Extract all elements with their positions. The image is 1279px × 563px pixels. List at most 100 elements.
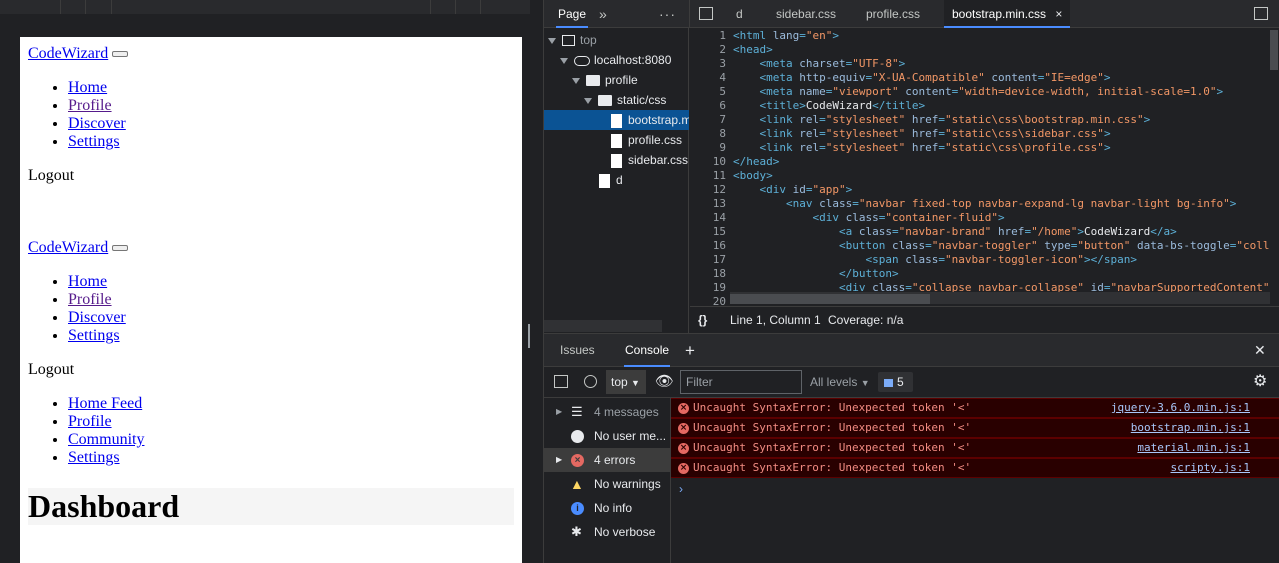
error-source-link[interactable]: jquery-3.6.0.min.js:1	[1111, 399, 1250, 417]
file-tab-d[interactable]: d	[736, 0, 743, 28]
sidebar-item-warnings[interactable]: ▲ No warnings	[544, 472, 671, 496]
line-number: 19	[712, 281, 726, 294]
nav-link-settings[interactable]: Settings	[68, 327, 120, 344]
console-sidebar: ▶ ☰ 4 messages No user me... ▶ × 4 error…	[544, 398, 671, 563]
tree-item-static-css-folder[interactable]: static/css	[584, 90, 666, 110]
tree-item-d[interactable]: d	[599, 170, 623, 190]
file-tab-bootstrap-min-css[interactable]: bootstrap.min.css ×	[944, 0, 1071, 28]
toggle-debugger-icon[interactable]	[1254, 7, 1268, 20]
file-tab-sidebar-css[interactable]: sidebar.css	[776, 0, 836, 28]
log-levels-dropdown[interactable]: All levels ▼	[810, 367, 870, 399]
context-selector[interactable]: top ▼	[606, 370, 646, 394]
navigator-scrollbar[interactable]	[544, 320, 662, 332]
logout-text[interactable]: Logout	[28, 361, 74, 379]
error-icon: ×	[678, 403, 689, 414]
tree-label: profile	[605, 73, 638, 87]
close-tab-icon[interactable]: ×	[1055, 7, 1062, 21]
sidebar-link-community[interactable]: Community	[68, 431, 144, 448]
clear-console-icon[interactable]	[584, 375, 597, 388]
browser-top-strip	[0, 0, 542, 14]
issues-badge[interactable]: 5	[878, 372, 913, 392]
sidebar-item-info[interactable]: i No info	[544, 496, 671, 520]
close-drawer-icon[interactable]: ✕	[1254, 334, 1266, 367]
show-sidebar-icon[interactable]	[554, 375, 568, 388]
line-number: 4	[719, 71, 726, 84]
brand-link[interactable]: CodeWizard	[28, 239, 108, 256]
panel-splitter[interactable]	[528, 0, 543, 563]
nav-link-home[interactable]: Home	[68, 273, 107, 290]
list-item: Home	[68, 79, 126, 97]
nav-link-profile[interactable]: Profile	[68, 291, 112, 308]
tree-item-top[interactable]: top	[548, 30, 597, 50]
code-line: <html lang="en">	[733, 29, 839, 42]
cloud-icon	[574, 55, 590, 66]
toggle-navigator-icon[interactable]	[699, 7, 713, 20]
file-tab-profile-css[interactable]: profile.css	[866, 0, 920, 28]
tree-item-host[interactable]: localhost:8080	[560, 50, 671, 70]
splitter-grip-icon[interactable]	[528, 324, 530, 348]
sidebar-item-verbose[interactable]: ✱ No verbose	[544, 520, 671, 544]
line-number: 20	[712, 295, 726, 306]
tree-item-sidebar-css[interactable]: sidebar.css	[611, 150, 688, 170]
console-error-row: × Uncaught SyntaxError: Unexpected token…	[671, 458, 1279, 478]
filter-input[interactable]: Filter	[680, 370, 802, 394]
file-tab-label: bootstrap.min.css	[952, 7, 1047, 21]
code-editor[interactable]: 1 2 3 4 5 6 7 8 9 10 11 12 13 14 15 16 17 18 19 20 <html la…	[690, 28, 1279, 306]
error-source-link[interactable]: material.min.js:1	[1137, 439, 1250, 457]
list-item: Settings	[68, 327, 126, 345]
tree-item-profile-folder[interactable]: profile	[572, 70, 638, 90]
code-line: <nav class="navbar fixed-top navbar-expa…	[785, 197, 1237, 210]
more-tabs-icon[interactable]: »	[599, 0, 607, 28]
tab-page[interactable]: Page	[556, 0, 589, 28]
code-line: <meta charset="UTF-8">	[759, 57, 906, 70]
pretty-print-icon[interactable]: {}	[698, 307, 707, 333]
navbar-toggler-button[interactable]	[112, 51, 129, 58]
nav-link-profile[interactable]: Profile	[68, 97, 112, 114]
list-item: Discover	[68, 115, 126, 133]
sources-tabstrip: Page » ··· d sidebar.css profile.css boo…	[544, 0, 1279, 28]
folder-icon	[586, 75, 600, 87]
sidebar-item-user-messages[interactable]: No user me...	[544, 424, 671, 448]
tab-console[interactable]: Console	[624, 334, 671, 367]
gear-icon[interactable]: ⚙	[1253, 374, 1267, 390]
list-icon: ☰	[571, 404, 583, 419]
code-line: <div id="app">	[759, 183, 853, 196]
sidebar-item-messages[interactable]: ▶ ☰ 4 messages	[544, 400, 671, 424]
error-icon: ×	[678, 443, 689, 454]
console-prompt[interactable]: ›	[679, 482, 683, 496]
sidebar-link-settings[interactable]: Settings	[68, 449, 120, 466]
nav-link-home[interactable]: Home	[68, 79, 107, 96]
nav-link-discover[interactable]: Discover	[68, 309, 126, 326]
brand-link[interactable]: CodeWizard	[28, 45, 108, 62]
file-icon	[611, 133, 622, 148]
line-number: 1	[719, 29, 726, 42]
sidebar-link-list: Home Feed Profile Community Settings	[68, 395, 144, 467]
nav-link-settings[interactable]: Settings	[68, 133, 120, 150]
sidebar-link-home-feed[interactable]: Home Feed	[68, 395, 142, 412]
line-number: 12	[712, 183, 726, 196]
error-text: Uncaught SyntaxError: Unexpected token '…	[693, 421, 972, 434]
editor-hscroll-thumb[interactable]	[730, 294, 930, 304]
console-error-row: × Uncaught SyntaxError: Unexpected token…	[671, 418, 1279, 438]
tree-label: d	[616, 173, 623, 187]
eye-icon[interactable]: 👁	[655, 374, 674, 389]
list-item: Settings	[68, 133, 126, 151]
more-menu-icon[interactable]: ···	[659, 0, 676, 28]
tab-issues[interactable]: Issues	[560, 334, 595, 367]
tree-item-bootstrap-css[interactable]: bootstrap.min.css	[611, 110, 689, 130]
error-source-link[interactable]: bootstrap.min.js:1	[1131, 419, 1250, 437]
coverage-status[interactable]: Coverage: n/a	[828, 307, 903, 333]
file-navigator: top localhost:8080 profile static/css bo…	[544, 28, 689, 333]
file-icon	[611, 153, 622, 168]
nav-link-discover[interactable]: Discover	[68, 115, 126, 132]
tree-item-profile-css[interactable]: profile.css	[611, 130, 682, 150]
add-tab-icon[interactable]: +	[685, 334, 695, 367]
error-source-link[interactable]: scripty.js:1	[1171, 459, 1250, 477]
sidebar-item-errors[interactable]: ▶ × 4 errors	[544, 448, 671, 472]
navbar-toggler-button[interactable]	[112, 245, 129, 252]
editor-vscroll-thumb[interactable]	[1270, 30, 1278, 70]
message-icon	[884, 378, 893, 387]
logout-text[interactable]: Logout	[28, 167, 74, 185]
error-text: Uncaught SyntaxError: Unexpected token '…	[693, 461, 972, 474]
sidebar-link-profile[interactable]: Profile	[68, 413, 112, 430]
